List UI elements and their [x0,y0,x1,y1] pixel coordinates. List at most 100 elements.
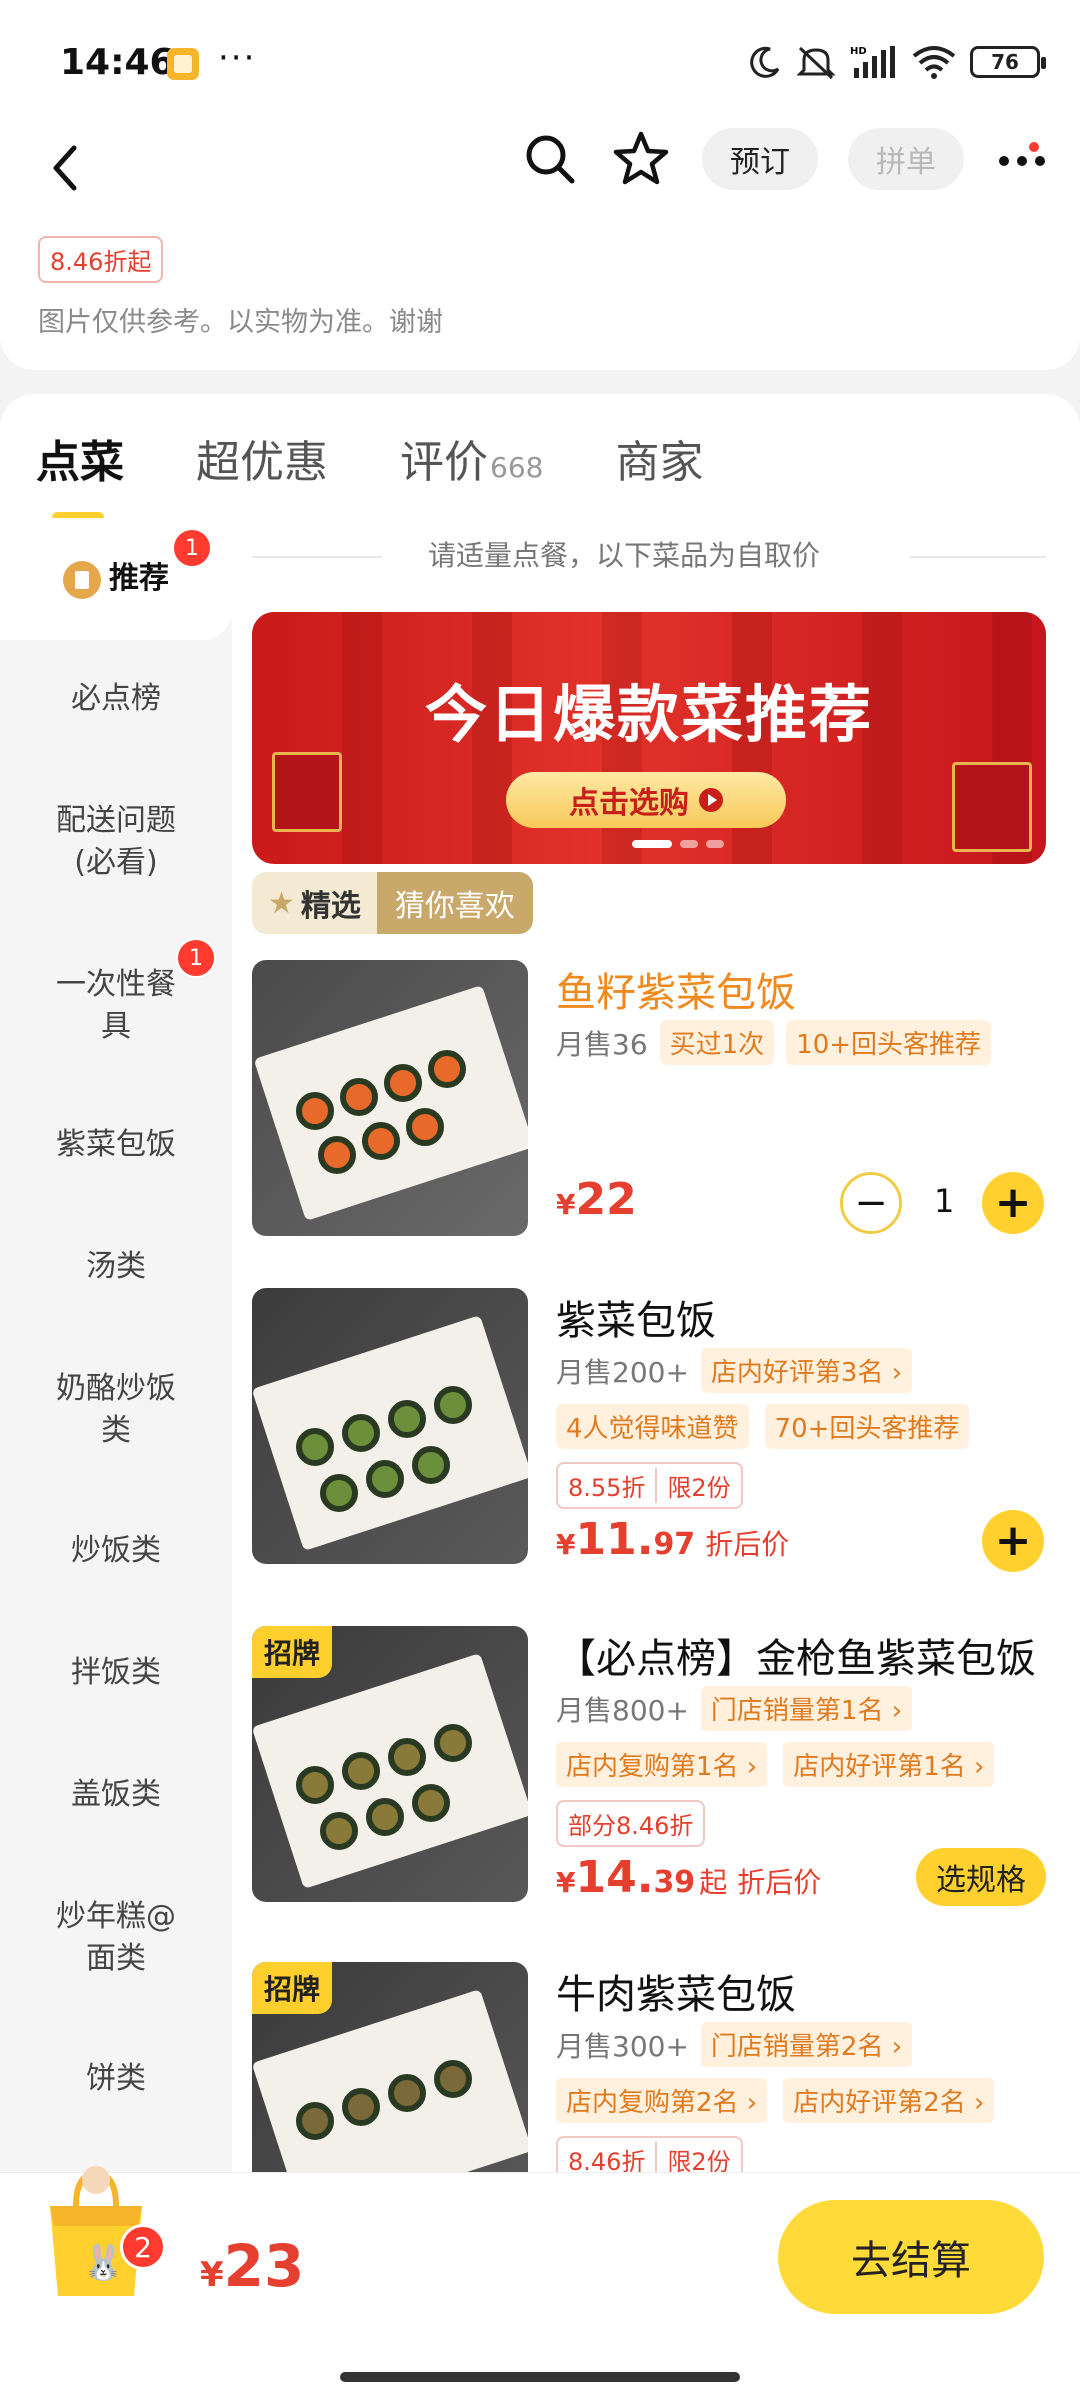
signal-icon: HD [850,46,895,78]
moon-icon [750,46,780,78]
quantity-value: 1 [934,1182,955,1220]
category-sidebar: 推荐 1 必点榜 配送问题 (必看) 一次性餐 具 1 紫菜包饭 汤类 奶酪炒饭… [0,518,232,2174]
home-indicator[interactable] [340,2372,740,2382]
sidebar-item-cheese-rice[interactable]: 奶酪炒饭 类 [0,1368,232,1452]
dish-tag: 4人觉得味道赞 [556,1404,749,1449]
dish-item[interactable]: 紫菜包饭 月售200+ 店内好评第3名 › 4人觉得味道赞 70+回头客推荐 8… [252,1288,1052,1588]
gift-box-decoration [272,752,342,832]
dish-item[interactable]: 招牌 牛肉紫菜包饭 月售300+ 门店销量第2名 › 店内复购第2名 › 店内好… [252,1962,1052,2174]
mute-icon [796,46,836,80]
ranking-tag[interactable]: 店内好评第1名 › [783,1742,995,1787]
dish-item[interactable]: 招牌 【必点榜】金枪鱼紫菜包饭 月售800+ 门店销量第1名 › 店内复购第1名… [252,1626,1052,1926]
status-time: 14:46 [60,42,175,83]
status-bar: 14:46 ··· HD 76 [0,0,1080,130]
dish-tag: 10+回头客推荐 [786,1020,992,1065]
svg-text:🐰: 🐰 [82,2243,124,2283]
add-to-cart-button[interactable]: + [982,1172,1044,1234]
sidebar-item-bibimbap[interactable]: 拌饭类 [0,1652,232,1694]
dish-name: 鱼籽紫菜包饭 [556,970,796,1016]
more-options-icon[interactable] [994,129,1050,189]
sidebar-item-fried-rice[interactable]: 炒饭类 [0,1530,232,1572]
sidebar-item-rice-bowl[interactable]: 盖饭类 [0,1774,232,1816]
dish-name: 紫菜包饭 [556,1298,716,1344]
dish-image: 招牌 [252,1626,528,1902]
store-notice: 图片仅供参考。以实物为准。谢谢 [38,307,443,338]
discount-tag: 8.46折 限2份 [556,2136,743,2174]
ranking-tag[interactable]: 店内复购第2名 › [556,2078,768,2123]
notification-dot [1029,142,1039,152]
dish-image [252,960,528,1236]
monthly-sales: 月售36 [556,1027,648,1061]
recommend-icon [63,560,101,599]
sidebar-item-delivery[interactable]: 配送问题 (必看) [0,800,232,884]
cart-count-badge: 2 [120,2224,166,2270]
search-icon[interactable] [520,129,580,189]
store-discount-tag: 8.46折起 [38,236,164,283]
ranking-tag[interactable]: 店内复购第1名 › [556,1742,768,1787]
play-icon [699,788,723,812]
sidebar-item-kimbap[interactable]: 紫菜包饭 [0,1124,232,1166]
category-badge: 1 [176,938,216,978]
banner-shop-button[interactable]: 点击选购 [506,772,786,828]
dish-item[interactable]: 鱼籽紫菜包饭 月售36 买过1次 10+回头客推荐 ¥22 − 1 + [252,960,1052,1240]
dish-name: 牛肉紫菜包饭 [556,1972,796,2018]
filter-featured[interactable]: ★ 精选 [252,872,377,934]
star-icon: ★ [268,885,295,921]
status-more: ··· [218,38,257,78]
banner-title: 今日爆款菜推荐 [424,678,873,751]
decrease-quantity-button[interactable]: − [840,1172,902,1234]
carousel-indicator [632,840,724,848]
tab-order[interactable]: 点菜 [36,426,124,522]
checkout-button[interactable]: 去结算 [778,2200,1044,2314]
review-count: 668 [490,451,544,484]
svg-text:HD: HD [850,46,867,57]
tab-bar: 点菜 超优惠 评价668 商家 [36,426,703,522]
wifi-icon [912,46,956,79]
divider [252,556,382,558]
recommend-filter: ★ 精选 猜你喜欢 [252,872,533,934]
ranking-tag[interactable]: 店内好评第2名 › [783,2078,995,2123]
menu-panel: 点菜 超优惠 评价668 商家 推荐 1 必点榜 配送问题 (必看) 一次性餐 … [0,394,1080,2174]
battery-indicator: 76 [970,46,1046,78]
discount-tag: 部分8.46折 [556,1800,706,1847]
signature-badge: 招牌 [252,1626,333,1678]
category-badge: 1 [172,528,212,568]
filter-guess-you-like[interactable]: 猜你喜欢 [376,872,533,934]
ranking-tag[interactable]: 门店销量第1名 › [700,1686,913,1731]
sidebar-item-pancake[interactable]: 饼类 [0,2058,232,2100]
dish-price: ¥14. 39 起折后价 [556,1852,822,1903]
sidebar-item-soup[interactable]: 汤类 [0,1246,232,1288]
dish-tag: 70+回头客推荐 [764,1404,970,1449]
signature-badge: 招牌 [252,1962,333,2014]
group-order-button[interactable]: 拼单 [848,128,964,190]
sidebar-item-tteokbokki[interactable]: 炒年糕@ 面类 [0,1896,232,1980]
ranking-tag[interactable]: 门店销量第2名 › [700,2022,913,2067]
monthly-sales: 月售300+ [556,2029,689,2063]
cart-total: ¥23 [200,2232,305,2300]
tab-reviews[interactable]: 评价668 [400,426,543,490]
ranking-tag[interactable]: 店内好评第3名 › [700,1348,913,1393]
app-notification-icon [167,48,199,80]
dish-price: ¥22 [556,1174,637,1225]
promo-banner[interactable]: 今日爆款菜推荐 点击选购 [252,612,1046,864]
sidebar-item-recommend[interactable]: 推荐 1 [0,518,232,640]
monthly-sales: 月售800+ [556,1693,689,1727]
tab-merchant[interactable]: 商家 [615,426,703,490]
favorite-star-icon[interactable] [610,128,672,190]
monthly-sales: 月售200+ [556,1355,689,1389]
sidebar-item-must-order[interactable]: 必点榜 [0,678,232,720]
dish-image: 招牌 [252,1962,528,2174]
reserve-button[interactable]: 预订 [702,128,818,190]
back-arrow-icon[interactable] [44,138,88,198]
gift-box-decoration [952,762,1032,852]
select-spec-button[interactable]: 选规格 [916,1848,1046,1906]
dish-image [252,1288,528,1564]
tab-deals[interactable]: 超优惠 [196,426,328,490]
dish-name: 【必点榜】金枪鱼紫菜包饭 [556,1636,1036,1682]
dish-tag: 买过1次 [659,1020,775,1065]
ordering-hint: 请适量点餐，以下菜品为自取价 [428,539,821,572]
discount-tag: 8.55折 限2份 [556,1462,743,1509]
add-to-cart-button[interactable]: + [982,1510,1044,1572]
divider [910,556,1046,558]
dish-price: ¥11. 97 折后价 [556,1514,790,1565]
